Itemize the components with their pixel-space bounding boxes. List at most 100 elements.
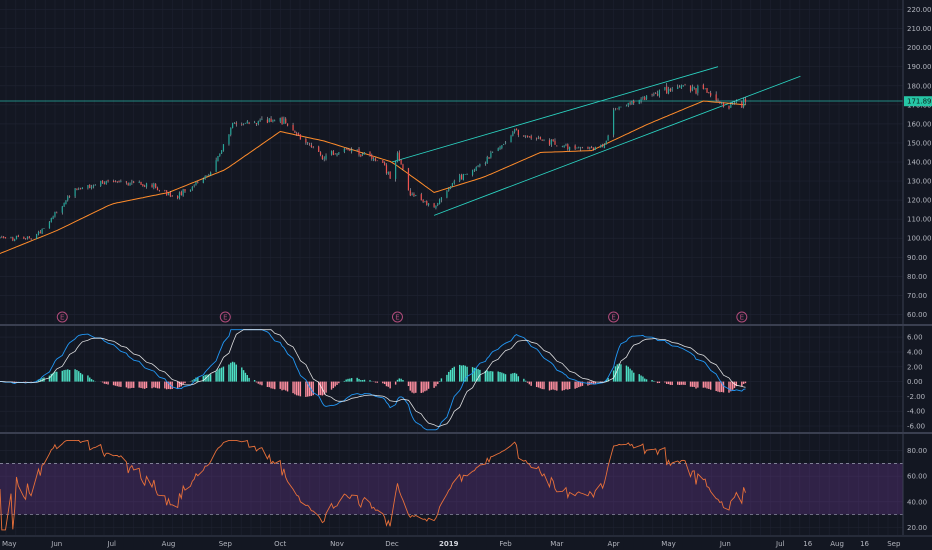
candle-body — [255, 123, 258, 124]
candle-body — [384, 162, 386, 166]
macd-histogram-bar — [719, 381, 721, 393]
candle-body — [292, 124, 294, 131]
candle-body — [232, 122, 234, 129]
macd-histogram-bar — [695, 381, 697, 389]
candle-body — [730, 104, 732, 108]
macd-histogram-bar — [680, 381, 683, 385]
earnings-markers[interactable]: EEEEE — [56, 311, 748, 323]
price-tick-label: 80.00 — [907, 273, 927, 281]
candle-body — [125, 181, 127, 183]
macd-histogram-bar — [435, 381, 437, 387]
price-tick-label: 220.00 — [907, 6, 932, 14]
macd-histogram-bar — [268, 381, 270, 388]
macd-histogram-bar — [101, 381, 104, 383]
candle-body — [497, 148, 499, 151]
candle-body — [312, 146, 314, 148]
macd-histogram-bar — [400, 378, 402, 382]
macd-histogram-bar — [420, 381, 422, 393]
candle-body — [587, 146, 589, 149]
macd-histogram-bar — [360, 380, 362, 382]
macd-histogram-bar — [490, 371, 492, 382]
macd-tick-label: 4.00 — [907, 348, 923, 356]
macd-histogram-bar — [296, 381, 298, 396]
macd-histogram-bar — [382, 381, 384, 384]
earnings-marker-label: E — [60, 314, 64, 322]
macd-histogram-bar — [537, 381, 540, 388]
candle-body — [614, 109, 617, 111]
price-pane[interactable] — [0, 66, 903, 254]
candle-body — [732, 103, 734, 105]
candle-body — [228, 134, 230, 145]
macd-histogram-bar — [548, 381, 551, 391]
candle-body — [78, 188, 80, 190]
candle-body — [396, 153, 399, 162]
macd-histogram-bar — [471, 367, 474, 382]
macd-histogram-bar — [274, 381, 276, 390]
macd-histogram-bar — [349, 378, 351, 382]
pane-separators[interactable] — [0, 0, 932, 537]
pane-separator — [0, 324, 932, 326]
candle-body — [475, 166, 477, 171]
candle-body — [695, 88, 697, 94]
macd-histogram-bar — [565, 381, 567, 390]
candle-body — [515, 128, 518, 131]
candle-body — [684, 84, 686, 86]
candle-body — [561, 146, 563, 147]
time-tick-label: Aug — [830, 540, 844, 548]
macd-histogram-bar — [338, 381, 340, 384]
macd-tick-label: -2.00 — [907, 393, 925, 401]
candle-body — [395, 161, 397, 179]
candle-body — [666, 86, 668, 94]
price-tick-label: 120.00 — [907, 197, 932, 205]
macd-histogram-bar — [440, 378, 443, 382]
macd-histogram-bar — [426, 381, 428, 391]
candle-body — [369, 151, 371, 156]
candle-body — [219, 153, 221, 157]
stock-chart[interactable]: E E E E E 60.00 70.00 80.00 90.00 100.00 110.00 12… — [0, 0, 932, 550]
time-tick-label: Apr — [608, 540, 620, 548]
macd-histogram-bar — [89, 377, 91, 382]
time-tick-label: Dec — [385, 540, 399, 548]
macd-pane[interactable] — [0, 329, 747, 431]
macd-histogram-bar — [438, 381, 441, 382]
candle-body — [655, 93, 657, 94]
macd-histogram-bar — [230, 362, 232, 382]
macd-histogram-bar — [552, 381, 554, 390]
candle-body — [112, 180, 115, 182]
macd-histogram-bar — [255, 381, 258, 383]
candle-body — [253, 122, 256, 124]
macd-histogram-bar — [270, 381, 272, 389]
macd-histogram-bar — [567, 381, 569, 390]
candle-body — [501, 145, 503, 149]
candle-body — [490, 152, 492, 158]
macd-histogram-bar — [394, 381, 397, 385]
macd-histogram-bar — [625, 365, 628, 382]
macd-histogram-bar — [466, 366, 468, 382]
candle-body — [402, 164, 404, 169]
price-tick-label: 150.00 — [907, 139, 932, 147]
time-tick-label: May — [661, 540, 675, 548]
candle-body — [473, 169, 475, 171]
candle-body — [644, 97, 646, 100]
time-tick-label: Oct — [274, 540, 286, 548]
chart-canvas[interactable]: E E E E E 60.00 70.00 80.00 90.00 100.00 110.00 12… — [0, 0, 932, 550]
candle-body — [103, 182, 106, 185]
candle-body — [362, 153, 364, 156]
macd-histogram-bar — [651, 380, 653, 382]
candle-body — [363, 152, 366, 155]
candle-body — [28, 236, 30, 239]
candle-body — [221, 150, 223, 154]
candle-body — [550, 139, 552, 145]
macd-histogram-bar — [76, 370, 78, 382]
candle-body — [426, 200, 428, 205]
candle-body — [400, 159, 402, 165]
macd-histogram-bar — [667, 381, 670, 385]
candle-body — [153, 183, 155, 187]
price-tick-label: 110.00 — [907, 216, 932, 224]
macd-histogram-bar — [427, 381, 430, 389]
candle-body — [215, 160, 217, 172]
candle-body — [486, 156, 488, 164]
macd-histogram-bar — [191, 380, 194, 382]
macd-histogram-bar — [153, 381, 155, 388]
macd-histogram-bar — [127, 381, 129, 389]
